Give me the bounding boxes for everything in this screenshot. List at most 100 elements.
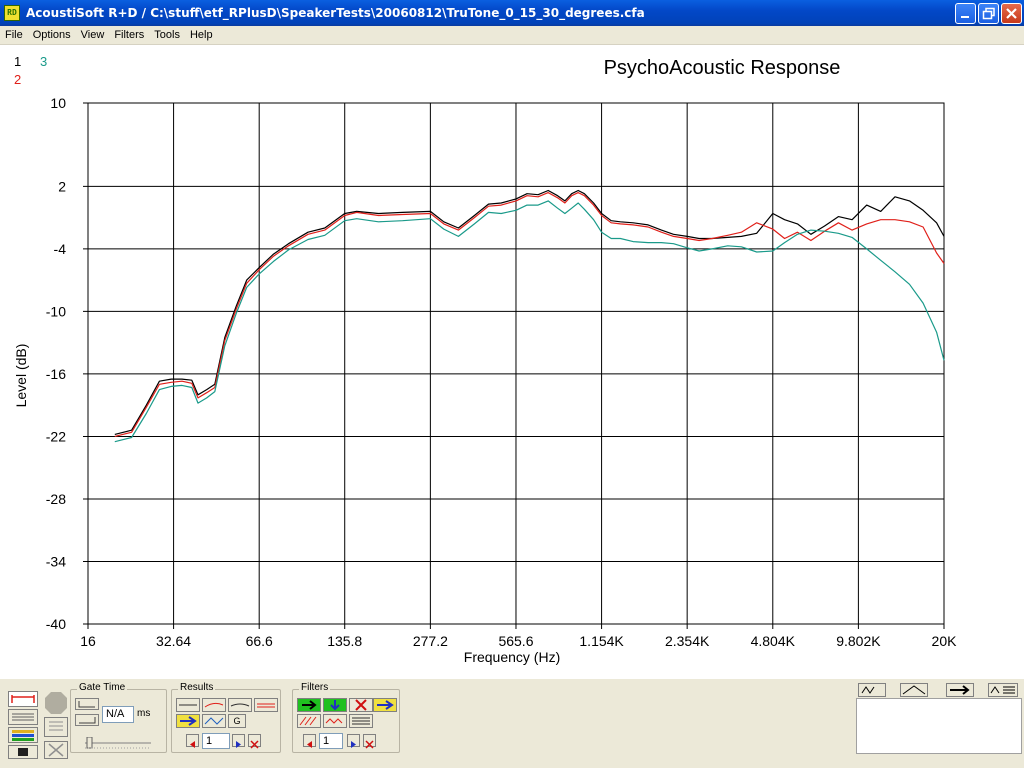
y-tick-label: -16	[46, 366, 66, 382]
minimize-button[interactable]	[955, 3, 976, 24]
filters-delete-button[interactable]	[363, 734, 376, 749]
peak-filter-button[interactable]	[900, 683, 928, 697]
print-icon	[18, 748, 28, 756]
y-tick-label: -34	[46, 553, 66, 569]
filters-index-input[interactable]: 1	[319, 733, 343, 749]
print-mode-button[interactable]	[8, 745, 38, 759]
arrow-right-icon	[180, 716, 197, 726]
clear-icon	[48, 743, 64, 757]
send-icon	[377, 700, 394, 710]
filter-down-button[interactable]	[323, 698, 347, 712]
gate-start-button[interactable]	[75, 698, 99, 710]
results-overlay-button[interactable]	[254, 698, 278, 712]
hatch-icon	[299, 716, 317, 726]
menu-filters[interactable]: Filters	[109, 29, 149, 41]
title-bar: RD AcoustiSoft R+D / C:\stuff\etf_RPlusD…	[0, 0, 1024, 26]
menu-help[interactable]: Help	[185, 29, 218, 41]
x-tick-label: 9.802K	[836, 633, 881, 649]
filter-wave-button[interactable]	[323, 714, 347, 728]
slider-track-icon	[85, 736, 151, 749]
gate-time-input[interactable]: N/A	[102, 706, 134, 723]
x-tick-label: 4.804K	[751, 633, 796, 649]
results-prev-button[interactable]	[186, 734, 199, 748]
restore-button[interactable]	[978, 3, 999, 24]
list-icon	[49, 721, 63, 731]
filters-label: Filters	[299, 682, 331, 693]
menu-view[interactable]: View	[76, 29, 110, 41]
results-group: Results G 1	[171, 682, 281, 753]
results-next-button[interactable]	[232, 734, 245, 748]
wave-icon	[325, 718, 343, 724]
y-tick-label: -40	[46, 616, 66, 632]
results-compare-button[interactable]	[202, 714, 226, 728]
menu-options[interactable]: Options	[28, 29, 76, 41]
x-tick-label: 2.354K	[665, 633, 710, 649]
y-tick-label: -22	[46, 428, 66, 444]
arrow-right-small-icon	[351, 741, 356, 748]
wave-small-icon	[861, 686, 875, 694]
filters-prev-button[interactable]	[303, 734, 316, 748]
color-bars-icon	[12, 730, 34, 741]
gate-time-unit: ms	[137, 708, 151, 719]
move-filter-button[interactable]	[946, 683, 974, 697]
lowpass-filter-button[interactable]	[858, 683, 886, 697]
filters-group: Filters 1	[292, 682, 400, 753]
filter-apply-button[interactable]	[297, 698, 321, 712]
filter-hatch-button[interactable]	[297, 714, 321, 728]
y-tick-label: -10	[46, 303, 66, 319]
x-tick-label: 1.154K	[579, 633, 624, 649]
results-index-input[interactable]: 1	[202, 733, 230, 749]
menu-tools[interactable]: Tools	[149, 29, 185, 41]
results-response-button[interactable]	[176, 698, 200, 712]
view-mode-group	[4, 687, 68, 761]
menu-bar: File Options View Filters Tools Help	[0, 26, 1024, 45]
x-tick-label: 277.2	[413, 633, 448, 649]
filter-remove-button[interactable]	[349, 698, 373, 712]
frequency-response-chart: PsychoAcoustic Response 16 32.64 66.6 135.8 2…	[13, 57, 957, 665]
filter-send-button[interactable]	[373, 698, 397, 712]
y-tick-label: -4	[54, 241, 67, 257]
table-icon	[12, 713, 34, 721]
x-tick-label: 32.64	[156, 633, 191, 649]
octagon-button[interactable]	[44, 691, 68, 715]
y-axis-label: Level (dB)	[13, 344, 29, 408]
compare-icon	[204, 717, 224, 725]
arrow-left-icon	[307, 741, 312, 748]
move-arrow-icon	[950, 685, 970, 695]
results-delete-button[interactable]	[248, 734, 261, 749]
menu-file[interactable]: File	[0, 29, 28, 41]
response-icon	[179, 704, 197, 706]
remove-icon	[355, 699, 367, 711]
results-g-button[interactable]: G	[228, 714, 246, 728]
shelf-filter-button[interactable]	[988, 683, 1018, 697]
results-label: Results	[178, 682, 216, 693]
clear-button[interactable]	[44, 741, 68, 759]
x-tick-label: 66.6	[246, 633, 273, 649]
gate-time-slider[interactable]	[85, 734, 151, 749]
gate-end-button[interactable]	[75, 714, 99, 726]
results-phase-button[interactable]	[202, 698, 226, 712]
results-curve-button[interactable]	[228, 698, 252, 712]
delete-icon	[250, 740, 259, 749]
filters-next-button[interactable]	[347, 734, 360, 748]
x-tick-label: 565.6	[498, 633, 533, 649]
close-button[interactable]	[1001, 3, 1022, 24]
filter-details-panel[interactable]	[856, 698, 1022, 754]
plot-area[interactable]: 1 2 3 PsychoAcoustic Response 16 32.64 66.6…	[0, 46, 1024, 678]
y-tick-label: 10	[50, 95, 66, 111]
gate-time-group: Gate Time N/A ms	[70, 682, 167, 753]
color-mode-button[interactable]	[8, 727, 38, 743]
filter-down-icon	[330, 700, 340, 711]
graph-mode-button[interactable]	[8, 691, 38, 707]
delete-icon	[365, 740, 374, 749]
filter-list-icon	[352, 717, 370, 725]
table-mode-button[interactable]	[8, 709, 38, 725]
x-tick-label: 135.8	[327, 633, 362, 649]
stop-icon	[45, 692, 67, 714]
app-icon: RD	[4, 5, 20, 21]
filter-list-button[interactable]	[349, 714, 373, 728]
chart-title: PsychoAcoustic Response	[604, 57, 841, 79]
list-button[interactable]	[44, 717, 68, 737]
results-send-button[interactable]	[176, 714, 200, 728]
overlay-icon	[257, 703, 275, 708]
